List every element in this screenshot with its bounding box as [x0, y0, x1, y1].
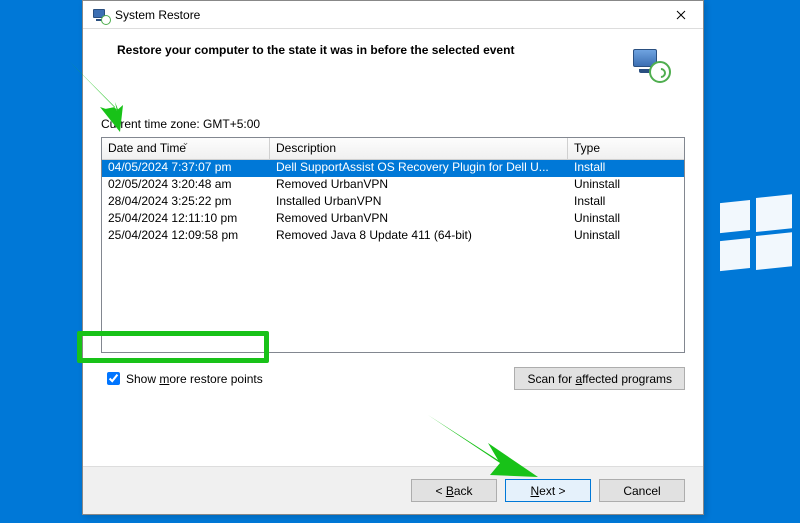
col-header-description[interactable]: Description	[270, 138, 568, 159]
system-restore-large-icon	[629, 43, 673, 87]
table-row[interactable]: 04/05/2024 7:37:07 pmDell SupportAssist …	[102, 160, 684, 177]
col-header-type[interactable]: Type	[568, 138, 684, 159]
back-button[interactable]: < Back	[411, 479, 497, 502]
cell-dt: 02/05/2024 3:20:48 am	[102, 177, 270, 194]
show-more-label: Show more restore points	[126, 372, 263, 386]
cell-desc: Removed UrbanVPN	[270, 177, 568, 194]
col-header-datetime[interactable]: Date and Time ⌄	[102, 138, 270, 159]
cell-dt: 25/04/2024 12:09:58 pm	[102, 228, 270, 245]
show-more-checkbox-input[interactable]	[107, 372, 120, 385]
cell-type: Uninstall	[568, 177, 684, 194]
windows-desktop: System Restore Restore your computer to …	[0, 0, 800, 523]
dialog-content: Current time zone: GMT+5:00 Date and Tim…	[83, 87, 703, 466]
options-row: Show more restore points Scan for affect…	[101, 367, 685, 390]
windows-logo-icon	[720, 200, 792, 272]
close-icon	[676, 10, 686, 20]
close-button[interactable]	[658, 1, 703, 29]
table-row[interactable]: 02/05/2024 3:20:48 amRemoved UrbanVPNUni…	[102, 177, 684, 194]
cell-type: Uninstall	[568, 228, 684, 245]
show-more-restore-points-checkbox[interactable]: Show more restore points	[101, 368, 269, 390]
timezone-label: Current time zone: GMT+5:00	[101, 117, 685, 131]
cell-dt: 04/05/2024 7:37:07 pm	[102, 160, 270, 177]
cell-dt: 25/04/2024 12:11:10 pm	[102, 211, 270, 228]
table-header: Date and Time ⌄ Description Type	[102, 138, 684, 160]
dialog-heading: Restore your computer to the state it wa…	[117, 43, 629, 57]
cell-desc: Dell SupportAssist OS Recovery Plugin fo…	[270, 160, 568, 177]
table-row[interactable]: 25/04/2024 12:09:58 pmRemoved Java 8 Upd…	[102, 228, 684, 245]
cell-desc: Removed Java 8 Update 411 (64-bit)	[270, 228, 568, 245]
cell-desc: Installed UrbanVPN	[270, 194, 568, 211]
cell-type: Install	[568, 160, 684, 177]
cell-desc: Removed UrbanVPN	[270, 211, 568, 228]
cell-dt: 28/04/2024 3:25:22 pm	[102, 194, 270, 211]
next-button[interactable]: Next >	[505, 479, 591, 502]
window-title: System Restore	[115, 8, 200, 22]
system-restore-icon	[93, 7, 109, 23]
table-row[interactable]: 28/04/2024 3:25:22 pmInstalled UrbanVPNI…	[102, 194, 684, 211]
dialog-footer: < Back Next > Cancel	[83, 466, 703, 514]
sort-indicator-icon: ⌄	[182, 137, 190, 148]
table-row[interactable]: 25/04/2024 12:11:10 pmRemoved UrbanVPNUn…	[102, 211, 684, 228]
system-restore-dialog: System Restore Restore your computer to …	[82, 0, 704, 515]
table-body: 04/05/2024 7:37:07 pmDell SupportAssist …	[102, 160, 684, 245]
cancel-button[interactable]: Cancel	[599, 479, 685, 502]
cell-type: Install	[568, 194, 684, 211]
restore-points-table: Date and Time ⌄ Description Type 04/05/2…	[101, 137, 685, 353]
titlebar: System Restore	[83, 1, 703, 29]
cell-type: Uninstall	[568, 211, 684, 228]
scan-affected-programs-button[interactable]: Scan for affected programs	[514, 367, 685, 390]
dialog-header: Restore your computer to the state it wa…	[83, 29, 703, 87]
